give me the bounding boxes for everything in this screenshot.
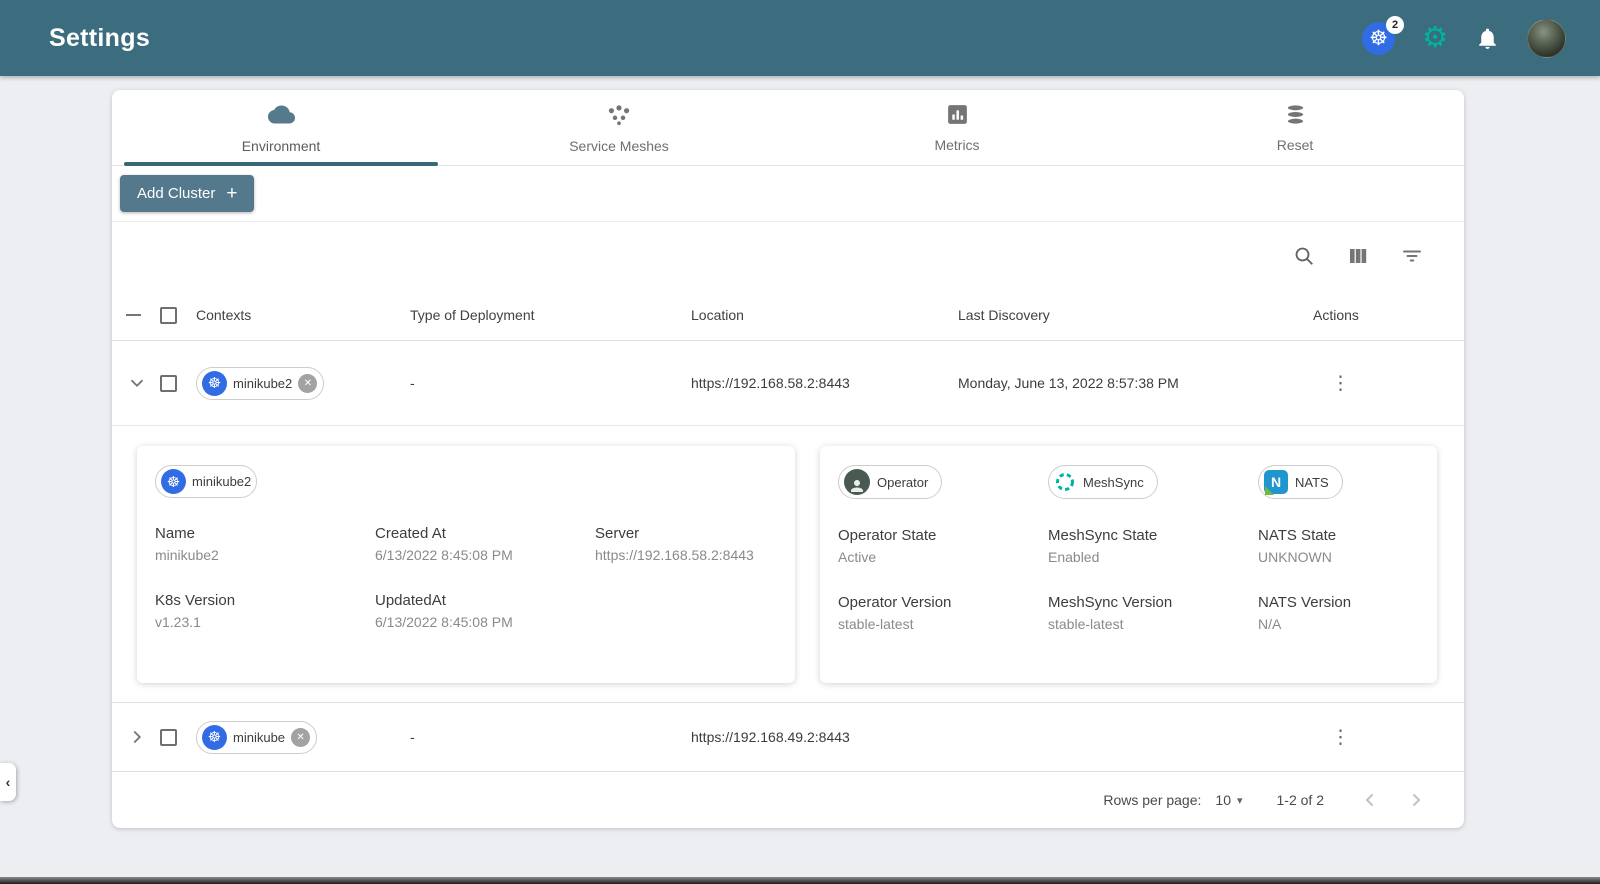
kubernetes-contexts-icon[interactable]: ☸ 2 <box>1362 15 1404 55</box>
previous-page-icon[interactable] <box>1358 788 1382 812</box>
service-fields: Operator State Active MeshSync State Ena… <box>838 527 1437 632</box>
tab-reset[interactable]: Reset <box>1126 90 1464 165</box>
field-created-at: Created At 6/13/2022 8:45:08 PM <box>375 525 513 563</box>
column-header-location: Location <box>691 307 744 323</box>
cell-location: https://192.168.58.2:8443 <box>691 375 850 391</box>
settings-gear-icon[interactable]: ⚙ <box>1422 23 1448 53</box>
cluster-detail-card: ☸ minikube2 Name minikube2 Created At 6/… <box>137 446 795 683</box>
chevron-down-icon[interactable] <box>126 372 160 394</box>
meshsync-icon <box>1054 471 1076 493</box>
table-row: ☸ minikube ✕ - https://192.168.49.2:8443… <box>112 702 1464 771</box>
pagination-range: 1-2 of 2 <box>1276 792 1324 808</box>
cell-location: https://192.168.49.2:8443 <box>691 729 850 745</box>
cell-last-discovery: Monday, June 13, 2022 8:57:38 PM <box>958 375 1179 391</box>
tab-metrics-label: Metrics <box>934 137 980 153</box>
nats-icon: N <box>1264 470 1288 495</box>
select-all-checkbox[interactable] <box>160 306 177 324</box>
app-bar: Settings ☸ 2 ⚙ <box>0 0 1600 76</box>
table-toolbar <box>112 222 1464 290</box>
context-count-badge: 2 <box>1386 15 1404 34</box>
field-meshsync-version: MeshSync Version stable-latest <box>1048 594 1173 632</box>
kubernetes-icon: ☸ <box>202 724 227 750</box>
field-operator-version: Operator Version stable-latest <box>838 594 952 632</box>
context-chip-label: minikube2 <box>233 375 293 391</box>
chevron-left-icon: ‹ <box>5 774 11 790</box>
remove-context-icon[interactable]: ✕ <box>298 373 318 393</box>
settings-tabs: Environment Service Meshes Metrics Reset <box>112 90 1464 166</box>
table-row: ☸ minikube2 ✕ - https://192.168.58.2:844… <box>112 341 1464 426</box>
service-chips: Operator MeshSync N NATS <box>838 465 1437 500</box>
add-cluster-label: Add Cluster <box>137 185 216 202</box>
database-icon <box>1283 102 1308 132</box>
cell-type: - <box>410 375 415 391</box>
tab-service-meshes-label: Service Meshes <box>569 137 669 154</box>
detail-context-chip[interactable]: ☸ minikube2 <box>155 465 258 498</box>
next-page-icon[interactable] <box>1404 788 1428 812</box>
mesh-icon <box>606 102 632 133</box>
kubernetes-icon: ☸ <box>202 370 227 396</box>
context-chip-minikube2[interactable]: ☸ minikube2 ✕ <box>196 366 325 400</box>
notifications-bell-icon[interactable] <box>1475 26 1500 51</box>
settings-card: Environment Service Meshes Metrics Reset… <box>112 90 1464 828</box>
add-cluster-row: Add Cluster + <box>112 166 1464 222</box>
row-actions-menu-icon[interactable]: ⋮ <box>1331 372 1350 395</box>
column-header-last-discovery: Last Discovery <box>958 307 1050 323</box>
field-updated-at: UpdatedAt 6/13/2022 8:45:08 PM <box>375 592 513 630</box>
field-k8s-version: K8s Version v1.23.1 <box>155 592 236 630</box>
row-checkbox[interactable] <box>160 374 177 392</box>
operator-icon <box>844 469 870 495</box>
plus-icon: + <box>226 182 238 204</box>
tab-environment[interactable]: Environment <box>112 90 450 166</box>
expanded-detail-panel: ☸ minikube2 Name minikube2 Created At 6/… <box>112 426 1464 702</box>
context-chip-minikube[interactable]: ☸ minikube ✕ <box>196 720 318 754</box>
kubernetes-icon: ☸ <box>161 469 186 494</box>
bar-chart-icon <box>945 102 970 132</box>
settings-page: Settings ☸ 2 ⚙ Environment Service Meshe… <box>0 0 1600 884</box>
caret-down-icon: ▾ <box>1236 794 1243 807</box>
window-bottom-edge <box>0 877 1600 884</box>
tab-reset-label: Reset <box>1276 137 1314 153</box>
kubernetes-wheel-icon: ☸ <box>1369 26 1388 50</box>
cloud-icon <box>267 101 295 133</box>
user-avatar[interactable] <box>1527 18 1566 58</box>
search-icon[interactable] <box>1292 244 1316 268</box>
operator-chip[interactable]: Operator <box>838 465 943 499</box>
field-nats-version: NATS Version N/A <box>1258 594 1352 632</box>
chevron-right-icon[interactable] <box>126 726 160 748</box>
remove-context-icon[interactable]: ✕ <box>291 727 311 747</box>
app-bar-actions: ☸ 2 ⚙ <box>1362 15 1566 58</box>
rows-per-page-label: Rows per page: <box>1103 792 1202 808</box>
field-meshsync-state: MeshSync State Enabled <box>1048 527 1158 565</box>
column-header-contexts: Contexts <box>196 307 252 323</box>
cluster-fields: Name minikube2 Created At 6/13/2022 8:45… <box>155 525 795 630</box>
context-chip-label: minikube <box>233 729 286 745</box>
field-server: Server https://192.168.58.2:8443 <box>595 525 754 563</box>
cell-type: - <box>410 729 415 745</box>
add-cluster-button[interactable]: Add Cluster + <box>120 175 255 212</box>
page-title: Settings <box>49 23 151 52</box>
tab-metrics[interactable]: Metrics <box>788 90 1126 165</box>
field-operator-state: Operator State Active <box>838 527 937 565</box>
rows-per-page-select[interactable]: 10 ▾ <box>1215 792 1242 808</box>
field-nats-state: NATS State UNKNOWN <box>1258 527 1337 565</box>
table-header-row: Contexts Type of Deployment Location Las… <box>112 290 1464 341</box>
tab-environment-label: Environment <box>241 138 321 154</box>
active-tab-indicator <box>124 162 438 166</box>
detail-context-chip-label: minikube2 <box>192 474 252 489</box>
column-header-actions: Actions <box>1313 307 1359 323</box>
nats-chip[interactable]: N NATS <box>1258 465 1343 499</box>
field-name: Name minikube2 <box>155 525 219 563</box>
sidebar-collapse-handle[interactable]: ‹ <box>0 763 16 801</box>
view-columns-icon[interactable] <box>1346 244 1370 268</box>
row-actions-menu-icon[interactable]: ⋮ <box>1331 726 1350 749</box>
row-checkbox[interactable] <box>160 728 177 746</box>
meshsync-chip[interactable]: MeshSync <box>1048 465 1158 499</box>
tab-service-meshes[interactable]: Service Meshes <box>450 90 788 165</box>
table-pagination: Rows per page: 10 ▾ 1-2 of 2 <box>112 771 1464 828</box>
column-header-type: Type of Deployment <box>410 307 535 323</box>
filter-icon[interactable] <box>1400 244 1424 268</box>
collapse-all-icon[interactable] <box>126 314 141 316</box>
services-detail-card: Operator MeshSync N NATS Operator State … <box>820 446 1437 683</box>
